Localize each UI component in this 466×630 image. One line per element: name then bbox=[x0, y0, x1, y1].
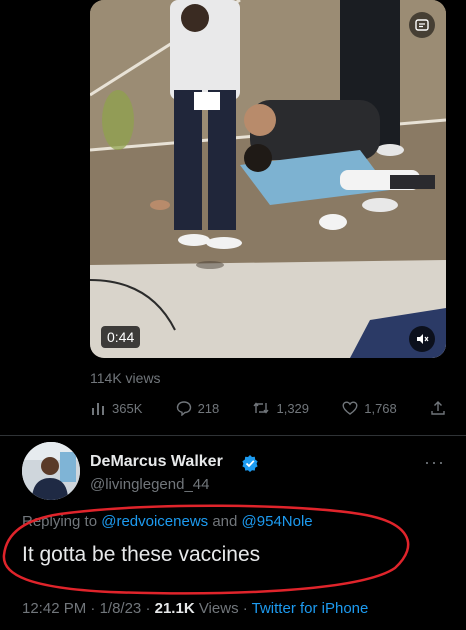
replying-to: Replying to @redvoicenews and @954Nole bbox=[22, 513, 313, 530]
verified-badge-icon bbox=[241, 454, 259, 477]
share-action[interactable] bbox=[430, 400, 446, 416]
separator: · bbox=[238, 600, 252, 617]
replying-and: and bbox=[208, 513, 242, 530]
video-duration: 0:44 bbox=[101, 326, 141, 348]
tweet-time[interactable]: 12:42 PM bbox=[22, 600, 86, 617]
replying-prefix: Replying to bbox=[22, 513, 102, 530]
mention-link[interactable]: @redvoicenews bbox=[101, 513, 208, 530]
bar-chart-icon bbox=[92, 403, 104, 415]
avatar[interactable] bbox=[22, 442, 80, 500]
retweet-action[interactable]: 1,329 bbox=[252, 400, 309, 416]
video-views: 114K views bbox=[90, 370, 161, 386]
gif-icon[interactable] bbox=[409, 12, 435, 38]
author-name[interactable]: DeMarcus Walker bbox=[90, 453, 223, 471]
retweet-icon bbox=[253, 402, 270, 414]
views-count: 365K bbox=[112, 400, 143, 416]
reply-action[interactable]: 218 bbox=[176, 400, 220, 416]
video-frame bbox=[90, 0, 446, 358]
tweet-text: It gotta be these vaccines bbox=[22, 543, 261, 566]
heart-icon bbox=[342, 401, 358, 415]
mention-link[interactable]: @954Nole bbox=[242, 513, 313, 530]
share-icon bbox=[431, 401, 445, 415]
likes-count: 1,768 bbox=[364, 400, 397, 416]
tweet-source[interactable]: Twitter for iPhone bbox=[252, 600, 369, 617]
tweet-actions: 365K 218 1,329 1,768 bbox=[90, 398, 446, 418]
separator: · bbox=[141, 600, 155, 617]
reply-icon bbox=[176, 401, 191, 416]
author-handle[interactable]: @livinglegend_44 bbox=[90, 476, 209, 493]
views-action[interactable]: 365K bbox=[90, 400, 142, 416]
replies-count: 218 bbox=[197, 400, 220, 416]
separator: · bbox=[86, 600, 100, 617]
speaker-muted-icon[interactable] bbox=[409, 326, 435, 352]
views-count: 21.1K bbox=[154, 600, 195, 617]
video-player[interactable] bbox=[90, 0, 446, 358]
tweet-meta: 12:42 PM · 1/8/23 · 21.1K Views · Twitte… bbox=[22, 600, 368, 617]
quoted-tweet: 0:44 114K views 365K 218 1,329 1,768 bbox=[0, 0, 466, 436]
more-options-icon[interactable]: ··· bbox=[424, 452, 445, 473]
like-action[interactable]: 1,768 bbox=[342, 400, 397, 416]
retweets-count: 1,329 bbox=[276, 400, 310, 416]
views-label: Views bbox=[194, 600, 239, 617]
tweet-date[interactable]: 1/8/23 bbox=[100, 600, 142, 617]
